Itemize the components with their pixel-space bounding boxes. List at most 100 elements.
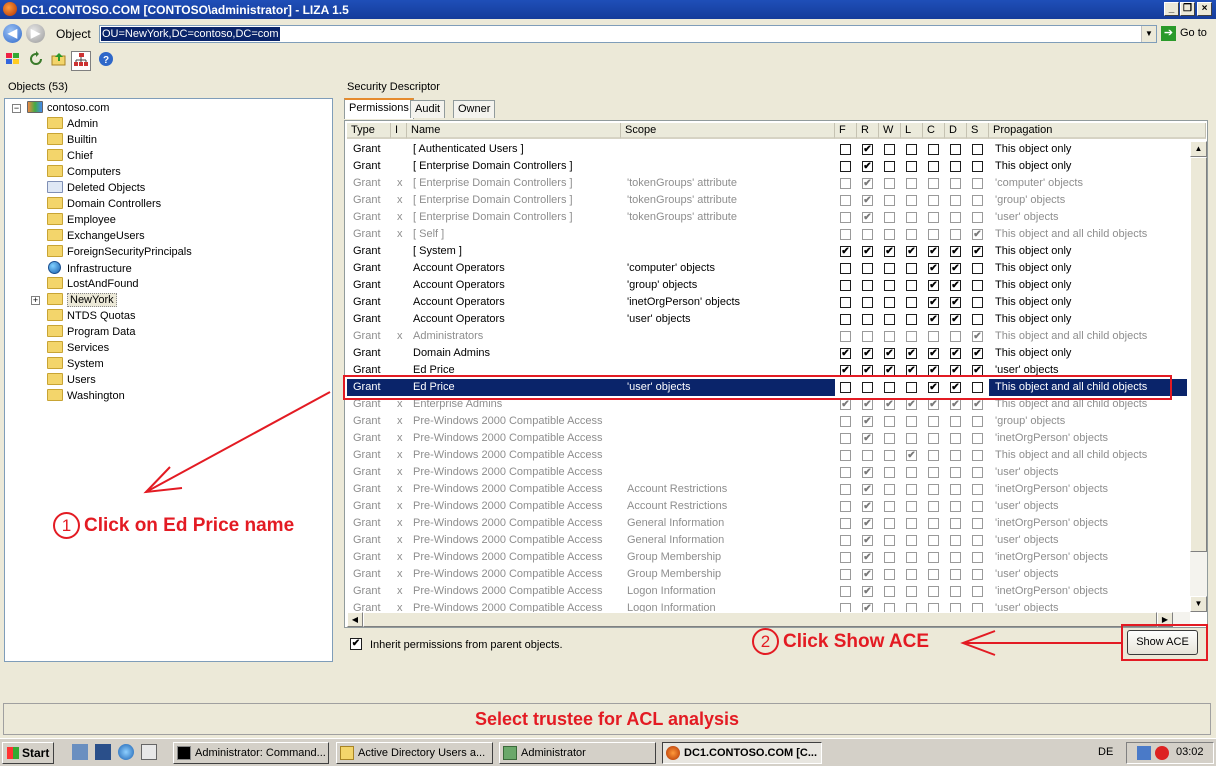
- windows-logo-icon[interactable]: [3, 51, 23, 71]
- permission-checkbox[interactable]: [972, 144, 983, 155]
- permission-checkbox[interactable]: [906, 331, 917, 342]
- permission-checkbox[interactable]: [884, 297, 895, 308]
- permission-checkbox[interactable]: ✔: [862, 535, 873, 546]
- chevron-down-icon[interactable]: ▼: [1141, 26, 1156, 42]
- permission-checkbox[interactable]: [950, 501, 961, 512]
- permission-checkbox[interactable]: [906, 161, 917, 172]
- ace-row[interactable]: Grant x [ Enterprise Domain Controllers ] '…: [347, 192, 1189, 209]
- task-administrator[interactable]: Administrator: [499, 742, 656, 764]
- permission-checkbox[interactable]: [972, 569, 983, 580]
- permission-checkbox[interactable]: [972, 178, 983, 189]
- permission-checkbox[interactable]: ✔: [928, 314, 939, 325]
- permission-checkbox[interactable]: [906, 144, 917, 155]
- permission-checkbox[interactable]: ✔: [862, 399, 873, 410]
- col-c[interactable]: C: [923, 123, 945, 139]
- permission-checkbox[interactable]: ✔: [906, 450, 917, 461]
- permission-checkbox[interactable]: [884, 603, 895, 612]
- permission-checkbox[interactable]: [950, 535, 961, 546]
- permission-checkbox[interactable]: [928, 229, 939, 240]
- col-scope[interactable]: Scope: [621, 123, 835, 139]
- permission-checkbox[interactable]: [928, 484, 939, 495]
- permission-checkbox[interactable]: [906, 501, 917, 512]
- ace-row[interactable]: Grant x Pre-Windows 2000 Compatible Access…: [347, 515, 1189, 532]
- permission-checkbox[interactable]: [972, 484, 983, 495]
- permission-checkbox[interactable]: [950, 178, 961, 189]
- permission-checkbox[interactable]: [928, 450, 939, 461]
- permission-checkbox[interactable]: ✔: [950, 263, 961, 274]
- permission-checkbox[interactable]: [884, 229, 895, 240]
- permission-checkbox[interactable]: [862, 263, 873, 274]
- permission-checkbox[interactable]: [906, 195, 917, 206]
- tree-item[interactable]: NTDS Quotas: [47, 309, 135, 325]
- permission-checkbox[interactable]: [972, 603, 983, 612]
- permission-checkbox[interactable]: ✔: [906, 399, 917, 410]
- permission-checkbox[interactable]: ✔: [840, 399, 851, 410]
- permission-checkbox[interactable]: [840, 314, 851, 325]
- tree-item[interactable]: Washington: [47, 389, 125, 405]
- col-r[interactable]: R: [857, 123, 879, 139]
- permission-checkbox[interactable]: [950, 229, 961, 240]
- permission-checkbox[interactable]: [862, 297, 873, 308]
- ace-row[interactable]: Grant x Pre-Windows 2000 Compatible Access…: [347, 430, 1189, 447]
- scroll-left-icon[interactable]: ◀: [347, 612, 363, 627]
- permission-checkbox[interactable]: [928, 467, 939, 478]
- permission-checkbox[interactable]: [862, 450, 873, 461]
- permission-checkbox[interactable]: [950, 195, 961, 206]
- collapse-icon[interactable]: −: [12, 104, 21, 113]
- permission-checkbox[interactable]: ✔: [862, 552, 873, 563]
- permission-checkbox[interactable]: [884, 280, 895, 291]
- permission-checkbox[interactable]: ✔: [950, 348, 961, 359]
- scroll-thumb[interactable]: [1190, 157, 1207, 552]
- permission-checkbox[interactable]: ✔: [950, 314, 961, 325]
- permission-checkbox[interactable]: [840, 467, 851, 478]
- ace-row[interactable]: Grant x Pre-Windows 2000 Compatible Access…: [347, 600, 1189, 612]
- permission-checkbox[interactable]: [840, 263, 851, 274]
- tab-permissions[interactable]: Permissions: [344, 98, 414, 119]
- permission-checkbox[interactable]: ✔: [884, 348, 895, 359]
- tab-audit[interactable]: Audit: [410, 100, 446, 118]
- permission-checkbox[interactable]: [884, 535, 895, 546]
- permission-checkbox[interactable]: [950, 603, 961, 612]
- permission-checkbox[interactable]: [972, 280, 983, 291]
- permission-checkbox[interactable]: [884, 518, 895, 529]
- permission-checkbox[interactable]: [972, 195, 983, 206]
- ace-row[interactable]: Grant x Administrators ✔ This object and all…: [347, 328, 1189, 345]
- ace-row[interactable]: Grant x [ Self ] ✔ This object and all child…: [347, 226, 1189, 243]
- permission-checkbox[interactable]: ✔: [972, 348, 983, 359]
- permission-checkbox[interactable]: [928, 552, 939, 563]
- tree-item[interactable]: Users: [47, 373, 96, 389]
- permission-checkbox[interactable]: [928, 518, 939, 529]
- permission-checkbox[interactable]: [950, 161, 961, 172]
- vertical-scrollbar[interactable]: ▲ ▼: [1190, 141, 1207, 612]
- tree-item[interactable]: NewYork: [47, 293, 117, 309]
- permission-checkbox[interactable]: ✔: [862, 603, 873, 612]
- permission-checkbox[interactable]: [928, 212, 939, 223]
- tree-item[interactable]: Admin: [47, 117, 98, 133]
- permission-checkbox[interactable]: ✔: [928, 348, 939, 359]
- permission-checkbox[interactable]: [972, 535, 983, 546]
- permission-checkbox[interactable]: ✔: [884, 246, 895, 257]
- permission-checkbox[interactable]: ✔: [840, 348, 851, 359]
- col-d[interactable]: D: [945, 123, 967, 139]
- permission-checkbox[interactable]: [906, 586, 917, 597]
- permission-checkbox[interactable]: [906, 603, 917, 612]
- volume-muted-icon[interactable]: [1155, 746, 1169, 760]
- permission-checkbox[interactable]: [884, 144, 895, 155]
- minimize-button[interactable]: _: [1164, 2, 1179, 16]
- permission-checkbox[interactable]: [928, 161, 939, 172]
- permission-checkbox[interactable]: [950, 144, 961, 155]
- col-name[interactable]: Name: [407, 123, 621, 139]
- task-ad-users[interactable]: Active Directory Users a...: [336, 742, 493, 764]
- task-command-prompt[interactable]: Administrator: Command...: [173, 742, 329, 764]
- permission-checkbox[interactable]: ✔: [950, 297, 961, 308]
- permission-checkbox[interactable]: [972, 314, 983, 325]
- col-type[interactable]: Type: [347, 123, 391, 139]
- col-inherited[interactable]: I: [391, 123, 407, 139]
- ace-row[interactable]: Grant x Pre-Windows 2000 Compatible Access…: [347, 447, 1189, 464]
- permission-checkbox[interactable]: [862, 331, 873, 342]
- permission-checkbox[interactable]: ✔: [928, 263, 939, 274]
- permission-checkbox[interactable]: [884, 552, 895, 563]
- permission-checkbox[interactable]: ✔: [884, 399, 895, 410]
- permission-checkbox[interactable]: [840, 297, 851, 308]
- permission-checkbox[interactable]: ✔: [840, 246, 851, 257]
